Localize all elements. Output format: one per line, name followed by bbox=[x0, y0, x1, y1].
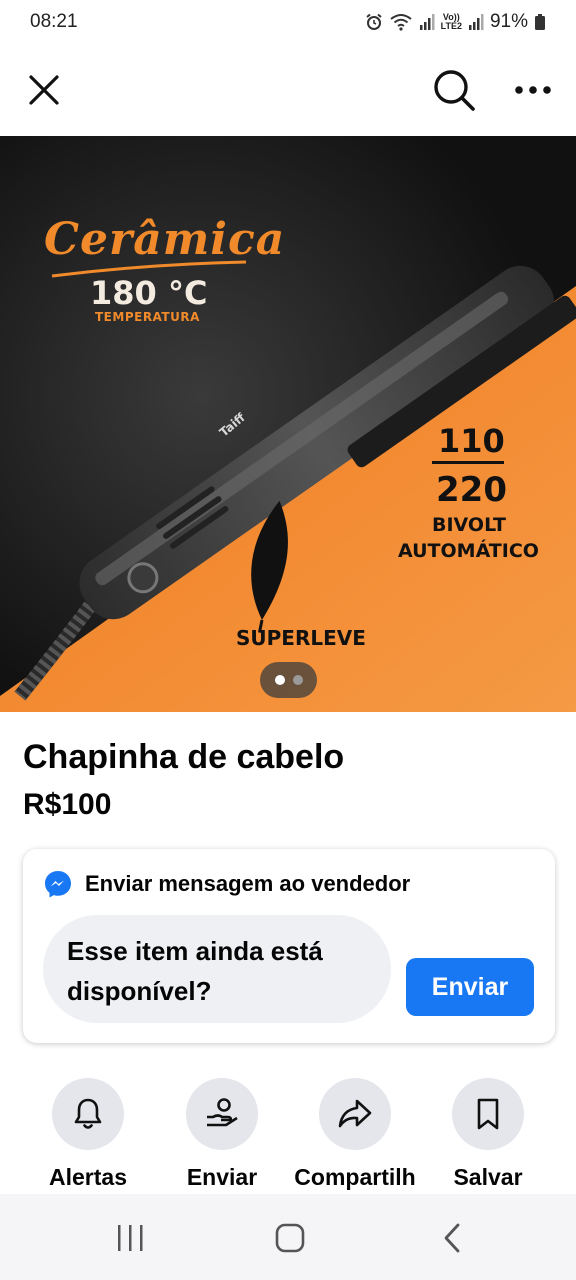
share-action[interactable]: Compartilh bbox=[285, 1078, 425, 1191]
image-pager[interactable] bbox=[260, 662, 317, 698]
lte-indicator: Vo)) LTE2 bbox=[441, 13, 462, 31]
product-image[interactable]: Cerâmica 180 °C TEMPERATURA Taiff 110 22… bbox=[0, 136, 576, 712]
bell-icon bbox=[74, 1098, 102, 1129]
message-card-header: Enviar mensagem ao vendedor bbox=[43, 869, 410, 899]
home-icon bbox=[275, 1223, 305, 1253]
product-title: Chapinha de cabelo bbox=[23, 738, 345, 776]
alarm-icon bbox=[365, 13, 383, 31]
image-voltage-bottom: 220 bbox=[436, 470, 507, 510]
more-icon bbox=[515, 86, 551, 94]
save-button[interactable] bbox=[452, 1078, 524, 1150]
action-row: Alertas Enviar Compartilh Salvar bbox=[0, 1078, 576, 1196]
save-action[interactable]: Salvar bbox=[418, 1078, 558, 1191]
close-button[interactable] bbox=[20, 66, 68, 114]
alerts-label: Alertas bbox=[49, 1164, 127, 1190]
send-offer-icon bbox=[207, 1098, 238, 1127]
wifi-icon bbox=[389, 13, 413, 31]
home-button[interactable] bbox=[266, 1216, 314, 1260]
alerts-action[interactable]: Alertas bbox=[18, 1078, 158, 1191]
status-icons: Vo)) LTE2 91% bbox=[365, 11, 546, 33]
back-button[interactable] bbox=[428, 1216, 476, 1260]
battery-text: 91% bbox=[489, 11, 528, 32]
battery-icon bbox=[534, 13, 546, 31]
more-button[interactable] bbox=[509, 66, 557, 114]
top-toolbar bbox=[0, 44, 576, 136]
message-seller-card: Enviar mensagem ao vendedor Esse item ai… bbox=[23, 849, 555, 1043]
save-label: Salvar bbox=[453, 1164, 523, 1190]
send-offer-button[interactable] bbox=[186, 1078, 258, 1150]
status-bar: 08:21 Vo)) LTE2 91% bbox=[0, 0, 576, 44]
bookmark-icon bbox=[477, 1098, 499, 1130]
share-icon bbox=[338, 1099, 372, 1128]
send-offer-label: Enviar bbox=[186, 1164, 258, 1190]
send-message-button[interactable]: Enviar bbox=[406, 958, 534, 1016]
signal-icon-2 bbox=[468, 13, 484, 31]
recents-button[interactable] bbox=[106, 1216, 154, 1260]
lte-bottom-text: LTE2 bbox=[440, 21, 462, 31]
pager-dot-active[interactable] bbox=[274, 675, 285, 685]
image-temperature-text: 180 °C bbox=[90, 274, 208, 312]
status-time: 08:21 bbox=[30, 11, 78, 32]
image-bivolt-text: BIVOLT bbox=[432, 514, 506, 536]
share-label: Compartilh bbox=[294, 1164, 416, 1190]
image-automatico-text: AUTOMÁTICO bbox=[398, 540, 539, 562]
back-icon bbox=[444, 1223, 460, 1253]
image-ceramica-text: Cerâmica bbox=[44, 214, 286, 265]
close-icon bbox=[29, 75, 59, 105]
messenger-icon bbox=[45, 871, 71, 898]
message-card-title: Enviar mensagem ao vendedor bbox=[85, 871, 411, 896]
image-temperature-label: TEMPERATURA bbox=[95, 310, 200, 324]
message-input[interactable]: Esse item ainda está disponível? bbox=[43, 915, 391, 1023]
product-price: R$100 bbox=[23, 788, 112, 821]
pager-dot[interactable] bbox=[292, 675, 303, 685]
signal-icon bbox=[419, 13, 435, 31]
search-icon bbox=[434, 70, 475, 111]
alerts-button[interactable] bbox=[52, 1078, 124, 1150]
system-nav-bar bbox=[0, 1194, 576, 1280]
search-button[interactable] bbox=[430, 66, 478, 114]
recents-icon bbox=[118, 1225, 143, 1251]
share-button[interactable] bbox=[319, 1078, 391, 1150]
image-voltage-top: 110 bbox=[438, 422, 505, 460]
send-offer-action[interactable]: Enviar bbox=[152, 1078, 292, 1191]
image-superleve-text: SUPERLEVE bbox=[236, 626, 366, 650]
